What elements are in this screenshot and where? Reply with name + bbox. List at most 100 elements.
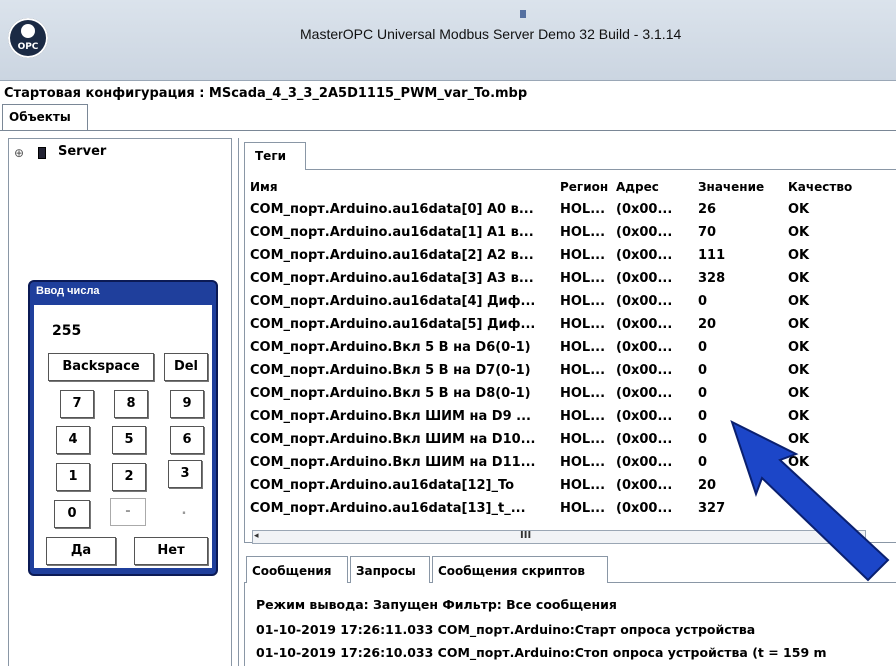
window-title: MasterOPC Universal Modbus Server Demo 3… xyxy=(300,26,682,42)
cell-name: COM_порт.Arduino.au16data[0] A0 в... xyxy=(250,202,534,217)
cell-address: (0x00... xyxy=(616,432,673,447)
table-header-row: Имя Регион Адрес Значение Качество xyxy=(250,176,868,198)
cell-address: (0x00... xyxy=(616,202,673,217)
key-8-button[interactable]: 8 xyxy=(114,390,148,418)
cell-region: HOL... xyxy=(560,432,606,447)
cell-region: HOL... xyxy=(560,363,606,378)
key-6-button[interactable]: 6 xyxy=(170,426,204,454)
cell-quality: OK xyxy=(788,271,810,286)
server-icon xyxy=(38,147,46,159)
cell-name: COM_порт.Arduino.Вкл ШИМ на D9 ... xyxy=(250,409,531,424)
cell-region: HOL... xyxy=(560,409,606,424)
cell-quality: OK xyxy=(788,225,810,240)
cell-region: HOL... xyxy=(560,478,606,493)
del-button[interactable]: Del xyxy=(164,353,208,381)
tab-requests[interactable]: Запросы xyxy=(350,556,430,583)
cell-address: (0x00... xyxy=(616,225,673,240)
log-line: 01-10-2019 17:26:10.033 COM_порт.Arduino… xyxy=(256,645,827,660)
table-row[interactable]: COM_порт.Arduino.au16data[2] A2 в... HOL.… xyxy=(250,244,868,267)
ok-button[interactable]: Да xyxy=(46,537,116,565)
column-header-quality[interactable]: Качество xyxy=(788,176,868,198)
cell-address: (0x00... xyxy=(616,248,673,263)
key-9-button[interactable]: 9 xyxy=(170,390,204,418)
cell-quality: OK xyxy=(788,386,810,401)
cell-name: COM_порт.Arduino.Вкл ШИМ на D10... xyxy=(250,432,536,447)
cell-value[interactable]: 20 xyxy=(698,313,788,336)
table-row[interactable]: COM_порт.Arduino.Вкл 5 В на D7(0-1) HOL..… xyxy=(250,359,868,382)
cell-address: (0x00... xyxy=(616,478,673,493)
cell-value[interactable]: 111 xyxy=(698,244,788,267)
cell-quality: OK xyxy=(788,248,810,263)
backspace-button[interactable]: Backspace xyxy=(48,353,154,381)
cell-address: (0x00... xyxy=(616,501,673,516)
key-3-button[interactable]: 3 xyxy=(168,460,202,488)
cell-address: (0x00... xyxy=(616,294,673,309)
scroll-thumb-icon[interactable]: III xyxy=(520,530,531,541)
key-2-button[interactable]: 2 xyxy=(112,463,146,491)
cell-address: (0x00... xyxy=(616,317,673,332)
cell-value[interactable]: 0 xyxy=(698,336,788,359)
key-dot-button[interactable]: . xyxy=(166,498,202,526)
cell-address: (0x00... xyxy=(616,386,673,401)
log-line: 01-10-2019 17:26:11.033 COM_порт.Arduino… xyxy=(256,622,756,637)
cell-name: COM_порт.Arduino.Вкл 5 В на D8(0-1) xyxy=(250,386,531,401)
scroll-left-icon[interactable]: ◂ xyxy=(254,531,259,541)
key-5-button[interactable]: 5 xyxy=(112,426,146,454)
cell-name: COM_порт.Arduino.au16data[12]_To xyxy=(250,478,515,493)
tab-tags[interactable]: Теги xyxy=(244,142,306,170)
expand-icon[interactable]: ⊕ xyxy=(14,146,24,160)
cell-quality: OK xyxy=(788,317,810,332)
log-line: Режим вывода: Запущен Фильтр: Все сообще… xyxy=(256,597,617,612)
cell-region: HOL... xyxy=(560,248,606,263)
column-header-region[interactable]: Регион xyxy=(560,176,616,198)
table-row[interactable]: COM_порт.Arduino.Вкл 5 В на D8(0-1) HOL..… xyxy=(250,382,868,405)
key-minus-button[interactable]: - xyxy=(110,498,146,526)
column-header-name[interactable]: Имя xyxy=(250,176,560,198)
cell-region: HOL... xyxy=(560,294,606,309)
cell-name: COM_порт.Arduino.au16data[13]_t_... xyxy=(250,501,526,516)
tab-messages[interactable]: Сообщения xyxy=(246,556,348,583)
cell-name: COM_порт.Arduino.Вкл 5 В на D7(0-1) xyxy=(250,363,531,378)
column-header-address[interactable]: Адрес xyxy=(616,176,698,198)
pointer-arrow-icon xyxy=(730,420,890,582)
cell-quality: OK xyxy=(788,340,810,355)
table-row[interactable]: COM_порт.Arduino.au16data[1] A1 в... HOL.… xyxy=(250,221,868,244)
table-row[interactable]: COM_порт.Arduino.au16data[5] Диф... HOL..… xyxy=(250,313,868,336)
cell-name: COM_порт.Arduino.au16data[1] A1 в... xyxy=(250,225,534,240)
cell-region: HOL... xyxy=(560,271,606,286)
cell-quality: OK xyxy=(788,202,810,217)
cell-value[interactable]: 26 xyxy=(698,198,788,221)
cell-region: HOL... xyxy=(560,340,606,355)
cell-value[interactable]: 0 xyxy=(698,290,788,313)
cell-address: (0x00... xyxy=(616,455,673,470)
tab-script-messages[interactable]: Сообщения скриптов xyxy=(432,556,608,583)
table-row[interactable]: COM_порт.Arduino.au16data[0] A0 в... HOL.… xyxy=(250,198,868,221)
cell-address: (0x00... xyxy=(616,340,673,355)
cell-value[interactable]: 328 xyxy=(698,267,788,290)
cell-value[interactable]: 0 xyxy=(698,382,788,405)
column-header-value[interactable]: Значение xyxy=(698,176,788,198)
table-row[interactable]: COM_порт.Arduino.au16data[3] A3 в... HOL.… xyxy=(250,267,868,290)
cancel-button[interactable]: Нет xyxy=(134,537,208,565)
tab-objects[interactable]: Объекты xyxy=(2,104,88,130)
app-logo-text: OPC xyxy=(17,42,39,52)
cell-value[interactable]: 0 xyxy=(698,359,788,382)
cell-quality: OK xyxy=(788,363,810,378)
cell-region: HOL... xyxy=(560,202,606,217)
key-1-button[interactable]: 1 xyxy=(56,463,90,491)
table-row[interactable]: COM_порт.Arduino.Вкл 5 В на D6(0-1) HOL..… xyxy=(250,336,868,359)
cell-address: (0x00... xyxy=(616,271,673,286)
key-7-button[interactable]: 7 xyxy=(60,390,94,418)
tree-item-server[interactable]: Server xyxy=(58,144,106,159)
key-0-button[interactable]: 0 xyxy=(54,500,90,528)
cell-value[interactable]: 70 xyxy=(698,221,788,244)
app-logo-icon[interactable]: OPC xyxy=(8,18,48,58)
cell-name: COM_порт.Arduino.Вкл ШИМ на D11... xyxy=(250,455,536,470)
cell-quality: OK xyxy=(788,294,810,309)
cell-region: HOL... xyxy=(560,317,606,332)
number-input-field[interactable]: 255 xyxy=(52,323,81,339)
cell-name: COM_порт.Arduino.Вкл 5 В на D6(0-1) xyxy=(250,340,531,355)
cell-name: COM_порт.Arduino.au16data[3] A3 в... xyxy=(250,271,534,286)
key-4-button[interactable]: 4 xyxy=(56,426,90,454)
table-row[interactable]: COM_порт.Arduino.au16data[4] Диф... HOL..… xyxy=(250,290,868,313)
